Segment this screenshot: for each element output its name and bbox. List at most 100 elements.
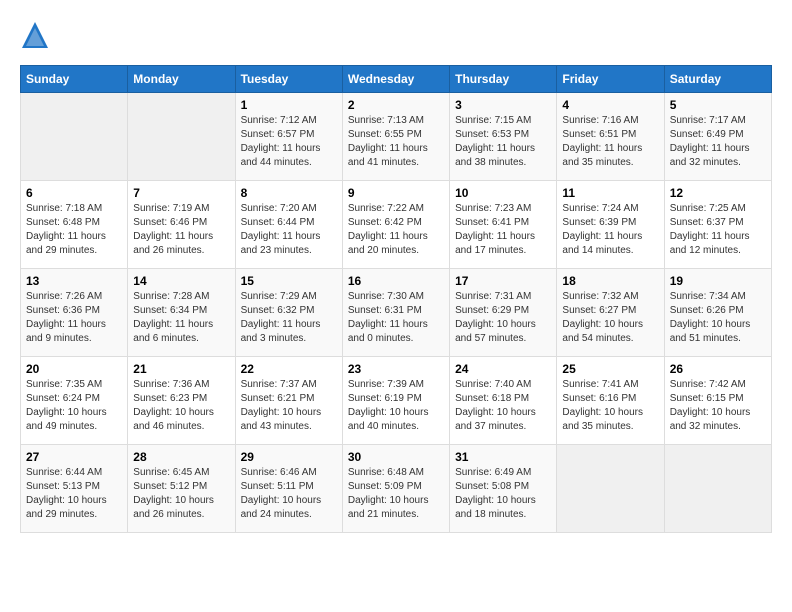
day-cell: 30Sunrise: 6:48 AMSunset: 5:09 PMDayligh… bbox=[342, 445, 449, 533]
day-cell: 7 Sunrise: 7:19 AMSunset: 6:46 PMDaylight… bbox=[128, 181, 235, 269]
day-number: 17 bbox=[455, 274, 551, 288]
day-info: Sunrise: 7:16 AMSunset: 6:51 PMDaylight:… bbox=[562, 114, 658, 170]
day-cell: 31Sunrise: 6:49 AMSunset: 5:08 PMDayligh… bbox=[450, 445, 557, 533]
column-header-sunday: Sunday bbox=[21, 66, 128, 93]
day-info: Sunrise: 7:15 AMSunset: 6:53 PMDaylight:… bbox=[455, 114, 551, 170]
day-number: 24 bbox=[455, 362, 551, 376]
column-header-wednesday: Wednesday bbox=[342, 66, 449, 93]
day-cell: 20Sunrise: 7:35 AMSunset: 6:24 PMDayligh… bbox=[21, 357, 128, 445]
day-info: Sunrise: 7:25 AMSunset: 6:37 PMDaylight:… bbox=[670, 202, 766, 258]
column-header-monday: Monday bbox=[128, 66, 235, 93]
day-info: Sunrise: 7:36 AMSunset: 6:23 PMDaylight:… bbox=[133, 378, 229, 434]
column-header-friday: Friday bbox=[557, 66, 664, 93]
day-cell: 1 Sunrise: 7:12 AMSunset: 6:57 PMDaylight… bbox=[235, 93, 342, 181]
day-info: Sunrise: 7:13 AMSunset: 6:55 PMDaylight:… bbox=[348, 114, 444, 170]
day-info: Sunrise: 7:28 AMSunset: 6:34 PMDaylight:… bbox=[133, 290, 229, 346]
day-cell: 22Sunrise: 7:37 AMSunset: 6:21 PMDayligh… bbox=[235, 357, 342, 445]
day-number: 16 bbox=[348, 274, 444, 288]
day-info: Sunrise: 7:40 AMSunset: 6:18 PMDaylight:… bbox=[455, 378, 551, 434]
day-cell: 8 Sunrise: 7:20 AMSunset: 6:44 PMDaylight… bbox=[235, 181, 342, 269]
day-number: 14 bbox=[133, 274, 229, 288]
header-row: SundayMondayTuesdayWednesdayThursdayFrid… bbox=[21, 66, 772, 93]
day-number: 7 bbox=[133, 186, 229, 200]
day-number: 8 bbox=[241, 186, 337, 200]
day-info: Sunrise: 6:44 AMSunset: 5:13 PMDaylight:… bbox=[26, 466, 122, 522]
day-cell: 10Sunrise: 7:23 AMSunset: 6:41 PMDayligh… bbox=[450, 181, 557, 269]
day-number: 11 bbox=[562, 186, 658, 200]
day-cell: 28Sunrise: 6:45 AMSunset: 5:12 PMDayligh… bbox=[128, 445, 235, 533]
column-header-thursday: Thursday bbox=[450, 66, 557, 93]
day-cell: 27 Sunrise: 6:44 AMSunset: 5:13 PMDayligh… bbox=[21, 445, 128, 533]
day-cell: 13 Sunrise: 7:26 AMSunset: 6:36 PMDayligh… bbox=[21, 269, 128, 357]
day-cell: 4Sunrise: 7:16 AMSunset: 6:51 PMDaylight… bbox=[557, 93, 664, 181]
day-number: 13 bbox=[26, 274, 122, 288]
day-info: Sunrise: 7:32 AMSunset: 6:27 PMDaylight:… bbox=[562, 290, 658, 346]
day-info: Sunrise: 7:19 AMSunset: 6:46 PMDaylight:… bbox=[133, 202, 229, 258]
day-info: Sunrise: 7:18 AMSunset: 6:48 PMDaylight:… bbox=[26, 202, 122, 258]
page-header bbox=[20, 20, 772, 50]
day-number: 2 bbox=[348, 98, 444, 112]
day-cell: 23Sunrise: 7:39 AMSunset: 6:19 PMDayligh… bbox=[342, 357, 449, 445]
day-number: 31 bbox=[455, 450, 551, 464]
day-info: Sunrise: 7:42 AMSunset: 6:15 PMDaylight:… bbox=[670, 378, 766, 434]
day-cell: 15 Sunrise: 7:29 AMSunset: 6:32 PMDayligh… bbox=[235, 269, 342, 357]
column-header-saturday: Saturday bbox=[664, 66, 771, 93]
day-number: 25 bbox=[562, 362, 658, 376]
day-info: Sunrise: 7:22 AMSunset: 6:42 PMDaylight:… bbox=[348, 202, 444, 258]
logo-icon bbox=[20, 20, 50, 50]
calendar-table: SundayMondayTuesdayWednesdayThursdayFrid… bbox=[20, 65, 772, 533]
day-cell: 21 Sunrise: 7:36 AMSunset: 6:23 PMDayligh… bbox=[128, 357, 235, 445]
day-number: 3 bbox=[455, 98, 551, 112]
day-number: 26 bbox=[670, 362, 766, 376]
day-number: 30 bbox=[348, 450, 444, 464]
day-cell: 3 Sunrise: 7:15 AMSunset: 6:53 PMDaylight… bbox=[450, 93, 557, 181]
day-info: Sunrise: 7:39 AMSunset: 6:19 PMDaylight:… bbox=[348, 378, 444, 434]
day-info: Sunrise: 7:35 AMSunset: 6:24 PMDaylight:… bbox=[26, 378, 122, 434]
day-info: Sunrise: 7:23 AMSunset: 6:41 PMDaylight:… bbox=[455, 202, 551, 258]
day-cell: 11 Sunrise: 7:24 AMSunset: 6:39 PMDayligh… bbox=[557, 181, 664, 269]
calendar-body: 1 Sunrise: 7:12 AMSunset: 6:57 PMDaylight… bbox=[21, 93, 772, 533]
day-cell bbox=[664, 445, 771, 533]
day-number: 21 bbox=[133, 362, 229, 376]
day-cell: 24 Sunrise: 7:40 AMSunset: 6:18 PMDayligh… bbox=[450, 357, 557, 445]
day-info: Sunrise: 7:12 AMSunset: 6:57 PMDaylight:… bbox=[241, 114, 337, 170]
day-cell: 9 Sunrise: 7:22 AMSunset: 6:42 PMDaylight… bbox=[342, 181, 449, 269]
column-header-tuesday: Tuesday bbox=[235, 66, 342, 93]
day-info: Sunrise: 7:31 AMSunset: 6:29 PMDaylight:… bbox=[455, 290, 551, 346]
day-cell: 14 Sunrise: 7:28 AMSunset: 6:34 PMDayligh… bbox=[128, 269, 235, 357]
day-cell: 26 Sunrise: 7:42 AMSunset: 6:15 PMDayligh… bbox=[664, 357, 771, 445]
day-number: 27 bbox=[26, 450, 122, 464]
day-number: 6 bbox=[26, 186, 122, 200]
week-row-2: 6 Sunrise: 7:18 AMSunset: 6:48 PMDaylight… bbox=[21, 181, 772, 269]
week-row-5: 27 Sunrise: 6:44 AMSunset: 5:13 PMDayligh… bbox=[21, 445, 772, 533]
day-info: Sunrise: 7:26 AMSunset: 6:36 PMDaylight:… bbox=[26, 290, 122, 346]
day-info: Sunrise: 7:41 AMSunset: 6:16 PMDaylight:… bbox=[562, 378, 658, 434]
day-number: 9 bbox=[348, 186, 444, 200]
day-cell: 2 Sunrise: 7:13 AMSunset: 6:55 PMDaylight… bbox=[342, 93, 449, 181]
week-row-1: 1 Sunrise: 7:12 AMSunset: 6:57 PMDaylight… bbox=[21, 93, 772, 181]
day-info: Sunrise: 7:30 AMSunset: 6:31 PMDaylight:… bbox=[348, 290, 444, 346]
day-cell bbox=[128, 93, 235, 181]
day-info: Sunrise: 6:46 AMSunset: 5:11 PMDaylight:… bbox=[241, 466, 337, 522]
day-cell: 6 Sunrise: 7:18 AMSunset: 6:48 PMDaylight… bbox=[21, 181, 128, 269]
day-number: 28 bbox=[133, 450, 229, 464]
day-cell: 19 Sunrise: 7:34 AMSunset: 6:26 PMDayligh… bbox=[664, 269, 771, 357]
week-row-3: 13 Sunrise: 7:26 AMSunset: 6:36 PMDayligh… bbox=[21, 269, 772, 357]
day-info: Sunrise: 7:17 AMSunset: 6:49 PMDaylight:… bbox=[670, 114, 766, 170]
day-info: Sunrise: 7:34 AMSunset: 6:26 PMDaylight:… bbox=[670, 290, 766, 346]
day-number: 19 bbox=[670, 274, 766, 288]
day-info: Sunrise: 7:20 AMSunset: 6:44 PMDaylight:… bbox=[241, 202, 337, 258]
day-cell bbox=[557, 445, 664, 533]
day-cell: 18 Sunrise: 7:32 AMSunset: 6:27 PMDayligh… bbox=[557, 269, 664, 357]
day-cell: 16 Sunrise: 7:30 AMSunset: 6:31 PMDayligh… bbox=[342, 269, 449, 357]
day-info: Sunrise: 7:37 AMSunset: 6:21 PMDaylight:… bbox=[241, 378, 337, 434]
day-number: 12 bbox=[670, 186, 766, 200]
day-number: 15 bbox=[241, 274, 337, 288]
week-row-4: 20Sunrise: 7:35 AMSunset: 6:24 PMDayligh… bbox=[21, 357, 772, 445]
day-cell: 29 Sunrise: 6:46 AMSunset: 5:11 PMDayligh… bbox=[235, 445, 342, 533]
day-number: 18 bbox=[562, 274, 658, 288]
day-info: Sunrise: 7:29 AMSunset: 6:32 PMDaylight:… bbox=[241, 290, 337, 346]
day-number: 29 bbox=[241, 450, 337, 464]
day-number: 1 bbox=[241, 98, 337, 112]
day-info: Sunrise: 7:24 AMSunset: 6:39 PMDaylight:… bbox=[562, 202, 658, 258]
